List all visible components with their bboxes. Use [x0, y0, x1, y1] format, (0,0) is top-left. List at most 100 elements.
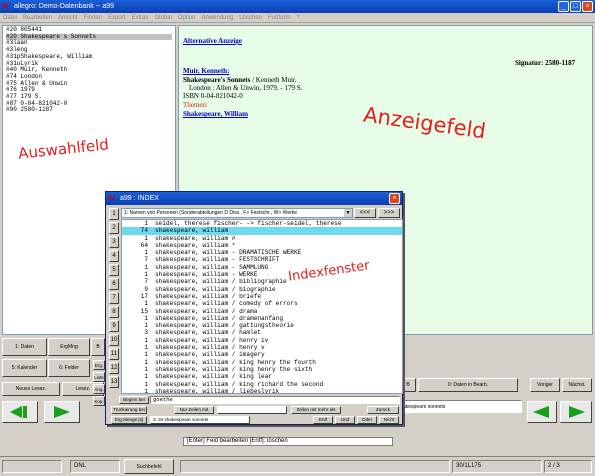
menu-item[interactable]: Export: [108, 13, 125, 22]
index-row[interactable]: 1 shakespeare, william / henry iv: [122, 337, 402, 344]
close-button[interactable]: ×: [582, 1, 593, 12]
index-row[interactable]: 17 shakespeare, william / briefe: [122, 293, 402, 300]
beginn-bei-input[interactable]: goethe: [150, 396, 400, 404]
index-number-button[interactable]: 12: [109, 362, 119, 374]
neues-lesezeichen-button[interactable]: Neues Lesez.: [2, 382, 60, 396]
index-next-page-button[interactable]: >>>: [378, 208, 400, 218]
status-bar: DNL Suchbefehl 30/1L175 2 / 3: [0, 456, 595, 476]
button-b[interactable]: B: [91, 338, 105, 356]
und-button[interactable]: Und: [335, 416, 355, 424]
index-number-button[interactable]: 5: [109, 264, 119, 276]
index-row[interactable]: 3 shakespeare, william / hamlet: [122, 329, 402, 336]
index-number-button[interactable]: 1: [109, 208, 119, 220]
menu-item[interactable]: Bearbeiten: [23, 13, 52, 22]
author-link[interactable]: Muir, Kenneth:: [183, 67, 229, 75]
index-row-count: 1: [144, 336, 148, 344]
index-number-button[interactable]: 3: [109, 236, 119, 248]
side-button-erg[interactable]: Erg.: [93, 360, 105, 370]
index-row-text: shakespeare, william / king henry the fo…: [155, 358, 316, 366]
index-row[interactable]: 1 shakespeare, william / dramenanfang: [122, 315, 402, 322]
record-line[interactable]: #90 2580-1187: [6, 107, 172, 114]
index-row[interactable]: 9 shakespeare, william / biographie: [122, 286, 402, 293]
nur-zeilen-mit-button[interactable]: Nur Zeilen mit: [174, 406, 214, 414]
index-register-select[interactable]: 1: Namen von Personen (Sonderabteilungen…: [121, 208, 353, 218]
back-button[interactable]: [527, 401, 557, 423]
arrow-right-icon: [54, 406, 70, 418]
alternative-display-link[interactable]: Alternative Anzeige: [183, 37, 242, 45]
ergmng-button[interactable]: ErgMng: [48, 338, 90, 356]
menu-item[interactable]: Anwendung: [201, 13, 233, 22]
themen-link[interactable]: Shakespeare, William: [183, 110, 248, 118]
index-row[interactable]: 1 shakespeare, william / comedy of errors: [122, 300, 402, 307]
erg-menge-button[interactable]: Erg.Menge [s]: [111, 416, 147, 424]
suchbefehl-button[interactable]: Suchbefehl: [124, 459, 174, 474]
naechster-button[interactable]: Nächst.: [562, 378, 592, 392]
first-record-button[interactable]: [2, 401, 38, 423]
index-number-button[interactable]: 2: [109, 222, 119, 234]
daten-button[interactable]: 1: Daten: [2, 338, 47, 356]
index-number-button[interactable]: 11: [109, 348, 119, 360]
index-row[interactable]: 1 shakespeare, william / henry v: [122, 344, 402, 351]
menu-item[interactable]: Finden: [84, 13, 102, 22]
index-number-button[interactable]: 6: [109, 278, 119, 290]
side-button-liste[interactable]: Liste: [93, 372, 105, 382]
entf-button[interactable]: Entf: [313, 416, 333, 424]
nur-zeilen-input[interactable]: [217, 406, 287, 414]
index-list[interactable]: 1 seidel, therese fischer- -> fischer-sei…: [121, 219, 403, 394]
menu-item[interactable]: Fußform: [268, 13, 291, 22]
index-row-text: shakespeare, william #: [155, 234, 236, 242]
record-line[interactable]: #3laan: [6, 40, 172, 47]
title-line: Shakespeare's Sonnets / Kenneth Muir.: [183, 76, 297, 84]
index-number-button[interactable]: 7: [109, 292, 119, 304]
previous-record-button[interactable]: [44, 401, 80, 423]
index-number-button[interactable]: 9: [109, 320, 119, 332]
index-title: a99 : INDEX: [120, 195, 159, 202]
felder-button[interactable]: 6: Felder: [48, 359, 90, 377]
index-row[interactable]: 64 shakespeare, william *: [122, 242, 402, 249]
index-row[interactable]: 1 seidel, therese fischer- -> fischer-sei…: [122, 220, 402, 227]
voriger-button[interactable]: Voriger: [530, 378, 560, 392]
maximize-button[interactable]: □: [570, 1, 581, 12]
index-row[interactable]: 1 shakespeare, william / king henry the f…: [122, 359, 402, 366]
index-row[interactable]: 7 shakespeare, william / bibliographie: [122, 278, 402, 285]
side-button-ang[interactable]: Ang.: [93, 384, 105, 394]
menu-item[interactable]: Option: [178, 13, 196, 22]
index-close-button[interactable]: ×: [389, 193, 400, 204]
index-row[interactable]: 1 shakespeare, william / king richard the…: [122, 381, 402, 388]
daten-in-bearb-button[interactable]: 0: Daten in Bearb.: [418, 378, 518, 392]
chevron-down-icon[interactable]: ▼: [344, 209, 352, 217]
side-button-kop[interactable]: Kop.: [93, 396, 105, 406]
index-number-button[interactable]: 4: [109, 250, 119, 262]
menu-item[interactable]: Löschen: [239, 13, 262, 22]
menu-item[interactable]: ?: [297, 13, 300, 22]
forward-button[interactable]: [560, 401, 592, 423]
kalender-button[interactable]: 5: Kalender: [2, 359, 47, 377]
index-number-button[interactable]: 8: [109, 306, 119, 318]
index-row[interactable]: 74 shakespeare, william: [122, 227, 402, 235]
zeilen-mit-mehr-als-button[interactable]: Zeilen mit mehr als: [291, 406, 341, 414]
minimize-button[interactable]: _: [558, 1, 569, 12]
index-row[interactable]: 1 shakespeare, william #: [122, 235, 402, 242]
zurueck-button[interactable]: Zurück: [367, 406, 399, 414]
menu-item[interactable]: Extras: [131, 13, 148, 22]
nicht-button[interactable]: Nicht: [379, 416, 399, 424]
index-row[interactable]: 1 shakespeare, william / king henry the s…: [122, 366, 402, 373]
index-number-button[interactable]: 13: [109, 376, 119, 388]
index-row-count: 1: [144, 271, 148, 279]
menu-item[interactable]: Global: [154, 13, 171, 22]
index-number-button[interactable]: 10: [109, 334, 119, 346]
index-row-count: 1: [144, 344, 148, 352]
index-row[interactable]: 1 shakespeare, william / king lear: [122, 373, 402, 380]
menu-item[interactable]: Ansicht: [58, 13, 78, 22]
index-row-count: 3: [144, 329, 148, 337]
index-row[interactable]: 15 shakespeare, william / drama: [122, 308, 402, 315]
index-row[interactable]: 1 shakespeare, william - DRAMATISCHE WERK…: [122, 249, 402, 256]
index-row[interactable]: 1 shakespeare, william / liebeslyrik: [122, 388, 402, 393]
trunkierung-button[interactable]: Trunkierung bei: [111, 406, 147, 414]
menu-item[interactable]: Datei: [3, 13, 17, 22]
index-row[interactable]: 1 shakespeare, william / imagery: [122, 351, 402, 358]
index-prev-page-button[interactable]: <<<: [354, 208, 376, 218]
index-row[interactable]: 1 shakespeare, william / gattungstheorie: [122, 322, 402, 329]
record-line[interactable]: #20 Shakespeare´s Sonnets: [6, 33, 172, 41]
oder-button[interactable]: Oder: [357, 416, 377, 424]
